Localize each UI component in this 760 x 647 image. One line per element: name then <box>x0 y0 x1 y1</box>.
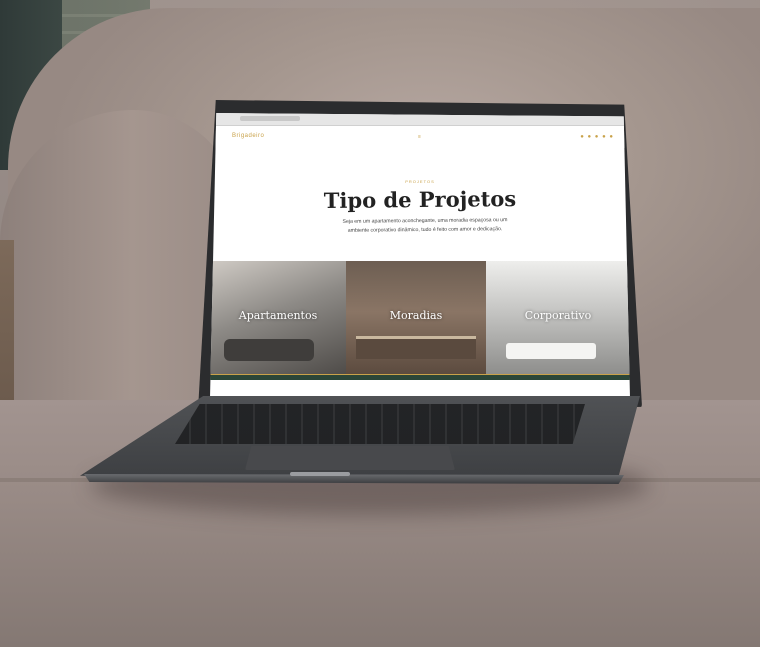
site-logo[interactable]: Brigadeiro <box>232 133 264 139</box>
kitchen-image <box>356 336 476 359</box>
gallery-card-corporativo[interactable]: Corporativo <box>486 261 630 374</box>
living-room-image <box>224 339 314 361</box>
gallery-card-label: Moradias <box>389 309 443 322</box>
trackpad <box>245 446 455 470</box>
laptop-notch <box>290 472 350 476</box>
section-eyebrow: PROJETOS <box>405 179 435 184</box>
social-icons[interactable]: ● ● ● ● ● <box>580 134 614 140</box>
section-title: Tipo de Projetos <box>323 185 517 214</box>
gallery-card-moradias[interactable]: Moradias <box>346 261 486 374</box>
gallery-card-label: Corporativo <box>524 309 592 322</box>
gallery-card-apartamentos[interactable]: Apartamentos <box>210 261 346 374</box>
photo-scene: Brigadeiro ≡ ● ● ● ● ● PROJETOS Tipo de … <box>0 0 760 647</box>
footer-bar <box>210 374 630 380</box>
keyboard <box>175 404 585 444</box>
laptop-screen: Brigadeiro ≡ ● ● ● ● ● PROJETOS Tipo de … <box>210 113 630 398</box>
menu-icon[interactable]: ≡ <box>418 134 421 140</box>
project-gallery: Apartamentos Moradias Corporativo <box>210 261 630 374</box>
gallery-card-label: Apartamentos <box>238 309 318 322</box>
section-description: Seja em um apartamento aconchegante, uma… <box>342 217 508 234</box>
address-bar[interactable] <box>240 116 300 121</box>
office-image <box>506 343 596 359</box>
